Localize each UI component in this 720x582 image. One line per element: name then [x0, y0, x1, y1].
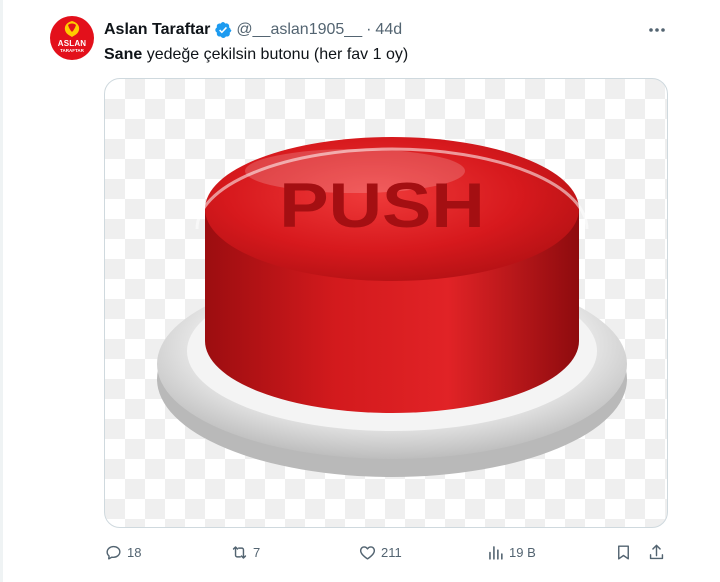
views-count: 19 B — [509, 544, 536, 560]
separator-dot: · — [366, 21, 372, 38]
lion-logo-icon — [64, 21, 80, 37]
tweet-text-rest: yedeğe çekilsin butonu (her fav 1 oy) — [142, 46, 409, 63]
tweet-header: Aslan Taraftar @__aslan1905__ · 44d — [104, 18, 402, 42]
retweet-icon — [232, 545, 247, 559]
tweet-text-bold: Sane — [104, 46, 143, 63]
reply-count: 18 — [127, 544, 142, 560]
user-handle[interactable]: @__aslan1905__ — [236, 21, 362, 39]
tweet-text: Sane yedeğe çekilsin butonu (her fav 1 o… — [104, 45, 408, 65]
verified-badge-icon — [215, 21, 232, 39]
views-chart-icon — [489, 545, 503, 560]
share-icon — [649, 544, 664, 559]
views-button[interactable]: 19 B — [486, 540, 536, 564]
bookmark-button[interactable] — [614, 540, 633, 564]
tweet-media-image[interactable]: PUSH — [104, 78, 668, 528]
avatar-line1: ASLAN — [57, 39, 87, 48]
retweet-button[interactable]: 7 — [230, 540, 260, 564]
more-dots-icon — [649, 28, 665, 32]
frame-edge — [0, 0, 3, 582]
action-bar: 18 7 211 19 B — [0, 540, 720, 564]
push-text: PUSH — [279, 170, 485, 241]
timestamp[interactable]: 44d — [375, 21, 402, 39]
avatar[interactable]: ASLAN TARAFTAR — [50, 16, 94, 60]
retweet-count: 7 — [253, 544, 261, 560]
reply-icon — [106, 545, 121, 560]
heart-icon — [359, 545, 376, 560]
bookmark-icon — [618, 544, 629, 560]
push-button-image: PUSH — [157, 137, 627, 477]
avatar-line2: TARAFTAR — [60, 48, 84, 53]
more-options-button[interactable] — [644, 20, 670, 40]
share-button[interactable] — [647, 540, 666, 564]
like-button[interactable]: 211 — [358, 540, 402, 564]
display-name[interactable]: Aslan Taraftar — [104, 21, 210, 39]
reply-button[interactable]: 18 — [104, 540, 141, 564]
like-count: 211 — [381, 544, 402, 560]
